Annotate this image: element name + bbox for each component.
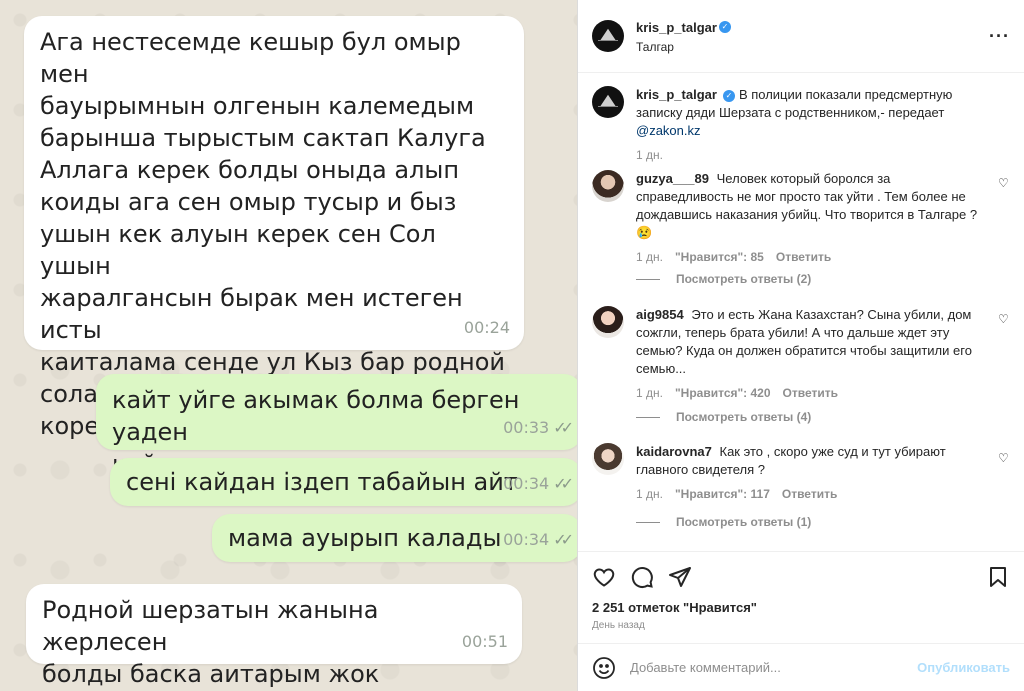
chat-message-outgoing: мама ауырып калады 00:34 ✓✓ (212, 514, 577, 562)
caption-mention-link[interactable]: @zakon.kz (636, 123, 701, 138)
view-replies-button[interactable]: Посмотреть ответы (1) (636, 515, 811, 529)
emoji-icon[interactable] (592, 656, 616, 680)
publish-button[interactable]: Опубликовать (917, 660, 1010, 675)
comment-composer: Опубликовать (578, 643, 1024, 691)
message-time: 00:34 ✓✓ (503, 468, 574, 500)
author-username[interactable]: kris_p_talgar (636, 87, 717, 102)
reply-button[interactable]: Ответить (776, 248, 831, 266)
post-date: День назад (592, 620, 645, 631)
chat-message-incoming: Родной шерзатын жанына жерлесен болды ба… (26, 584, 522, 688)
message-time: 00:33 ✓✓ (503, 412, 574, 444)
message-time: 00:51 (461, 632, 508, 651)
likes-count[interactable]: 2 251 отметок "Нравится" (592, 600, 757, 615)
post-header: kris_p_talgar ✓ Талгар ··· (578, 0, 1024, 73)
comment-item: guzya___89 Человек который боролся за сп… (592, 170, 1010, 266)
commenter-avatar[interactable] (592, 170, 624, 202)
chat-message-outgoing: кайт уйге акымак болма берген уаден кайд… (96, 374, 577, 478)
read-ticks-icon: ✓✓ (553, 418, 574, 437)
verified-badge-icon: ✓ (722, 89, 735, 102)
comment-time: 1 дн. (636, 250, 663, 264)
post-caption: kris_p_talgar ✓ В полиции показали предсме… (592, 86, 1010, 164)
comment-like-heart-icon[interactable]: ♡ (998, 176, 1010, 190)
view-replies-label: Посмотреть ответы (1) (676, 515, 812, 529)
author-avatar[interactable] (592, 20, 624, 52)
read-ticks-icon: ✓✓ (553, 530, 574, 549)
chat-message-incoming: Ага нестесемде кешыр бул омыр мен бауыры… (24, 16, 524, 443)
message-text: Родной шерзатын жанына жерлесен болды ба… (42, 596, 380, 688)
comment-icon[interactable] (628, 563, 656, 591)
comment-time: 1 дн. (636, 487, 663, 501)
view-replies-label: Посмотреть ответы (2) (676, 272, 812, 286)
commenter-username[interactable]: guzya___89 (636, 171, 709, 186)
post-sidebar: kris_p_talgar ✓ Талгар ··· kris_p_talgar ✓… (577, 0, 1024, 691)
message-time: 00:24 (463, 318, 510, 337)
reply-button[interactable]: Ответить (782, 485, 837, 503)
comment-likes[interactable]: "Нравится": 85 (675, 248, 764, 266)
post-media[interactable]: Ага нестесемде кешыр бул омыр мен бауыры… (0, 0, 577, 691)
heart-icon[interactable] (590, 563, 618, 591)
replies-divider (636, 278, 660, 280)
replies-divider (636, 521, 660, 523)
author-username[interactable]: kris_p_talgar (636, 20, 717, 35)
more-options-icon[interactable]: ··· (989, 26, 1010, 47)
comment-time: 1 дн. (636, 386, 663, 400)
comment-item: kaidarovna7 Как это , скоро уже суд и ту… (592, 443, 1010, 503)
verified-badge-icon: ✓ (718, 21, 731, 34)
chat-message-outgoing: сені кайдан іздеп табайын айт 00:34 ✓✓ (110, 458, 577, 506)
reply-button[interactable]: Ответить (783, 384, 838, 402)
commenter-avatar[interactable] (592, 443, 624, 475)
message-time: 00:34 ✓✓ (503, 524, 574, 556)
bookmark-icon[interactable] (984, 563, 1012, 591)
commenter-avatar[interactable] (592, 306, 624, 338)
view-replies-button[interactable]: Посмотреть ответы (4) (636, 410, 811, 424)
view-replies-button[interactable]: Посмотреть ответы (2) (636, 272, 811, 286)
comment-likes[interactable]: "Нравится": 117 (675, 485, 770, 503)
post-location[interactable]: Талгар (636, 40, 989, 54)
comment-like-heart-icon[interactable]: ♡ (998, 312, 1010, 326)
commenter-username[interactable]: aig9854 (636, 307, 684, 322)
comments-list[interactable]: kris_p_talgar ✓ В полиции показали предсме… (578, 74, 1024, 551)
comment-text: Это и есть Жана Казахстан? Сына убили, д… (636, 307, 972, 376)
author-avatar[interactable] (592, 86, 624, 118)
comment-like-heart-icon[interactable]: ♡ (998, 451, 1010, 465)
caption-time: 1 дн. (636, 148, 663, 162)
commenter-username[interactable]: kaidarovna7 (636, 444, 712, 459)
comment-input[interactable] (630, 660, 918, 675)
replies-divider (636, 416, 660, 418)
comment-item: aig9854 Это и есть Жана Казахстан? Сына … (592, 306, 1010, 402)
comment-likes[interactable]: "Нравится": 420 (675, 384, 771, 402)
view-replies-label: Посмотреть ответы (4) (676, 410, 812, 424)
read-ticks-icon: ✓✓ (553, 474, 574, 493)
message-text: сені кайдан іздеп табайын айт (126, 468, 518, 496)
post-actions-bar (578, 551, 1024, 601)
share-icon[interactable] (666, 563, 694, 591)
